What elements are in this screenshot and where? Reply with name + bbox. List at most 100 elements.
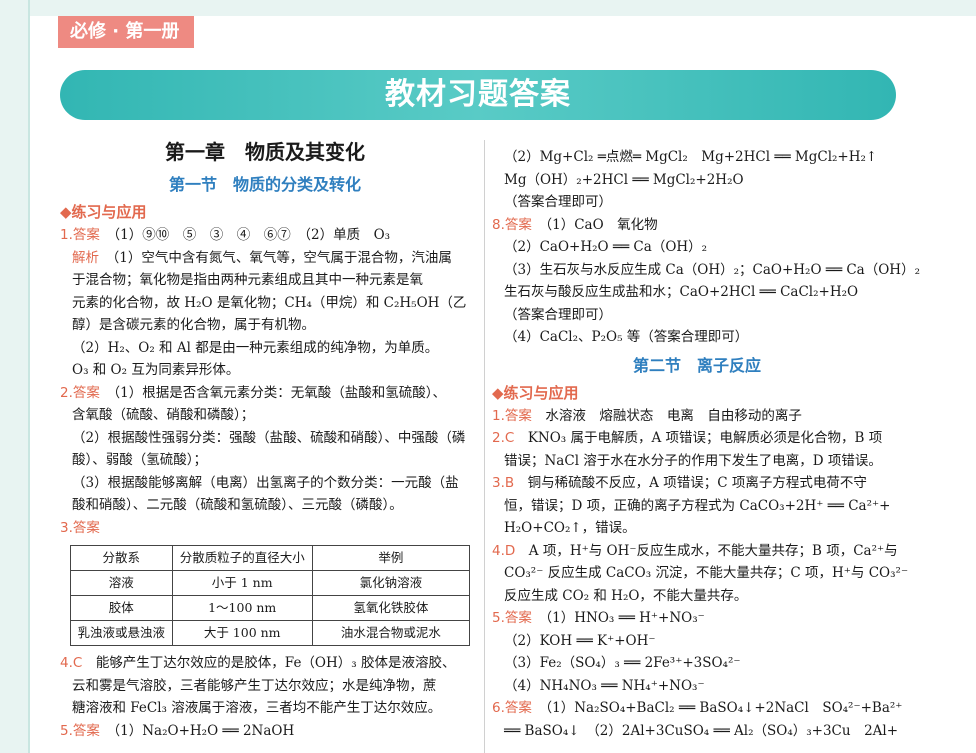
answer-line: 云和雾是气溶胶，三者能够产生丁达尔效应；水是纯净物，蔗: [60, 675, 470, 698]
left-answer-lines: 1.答案 （1）⑨⑩ ⑤ ③ ④ ⑥⑦ （2）单质 O₃ 解析 （1）空气中含有氮…: [60, 224, 470, 539]
answer-line: 4.D A 项，H⁺与 OH⁻反应生成水，不能大量共存；B 项，Ca²⁺与: [492, 540, 902, 563]
answer-text: 糖溶液和 FeCl₃ 溶液属于溶液，三者均不能产生丁达尔效应。: [72, 700, 442, 716]
answer-text: 于混合物；氧化物是指由两种元素组成且其中一种元素是氧: [72, 272, 423, 288]
answer-text: （1）Na₂O+H₂O ══ 2NaOH: [113, 722, 295, 739]
answer-line: 糖溶液和 FeCl₃ 溶液属于溶液，三者均不能产生丁达尔效应。: [60, 697, 470, 720]
answer-text: 云和雾是气溶胶，三者能够产生丁达尔效应；水是纯净物，蔗: [72, 677, 437, 694]
answer-line: （3）根据酸能够离解（电离）出氢离子的个数分类：一元酸（盐: [60, 472, 470, 495]
answer-text: A 项，H⁺与 OH⁻反应生成水，不能大量共存；B 项，Ca²⁺与: [528, 542, 898, 559]
answer-text: 水溶液 熔融状态 电离 自由移动的离子: [545, 407, 802, 424]
answer-line: （答案合理即可）: [492, 304, 902, 327]
answer-text: H₂O+CO₂↑，错误。: [504, 520, 636, 536]
left-margin-line: [28, 0, 30, 753]
answer-text: 生石灰与酸反应生成盐和水；CaO+2HCl ══ CaCl₂+H₂O: [504, 284, 859, 300]
answer-label: 1.答案: [60, 227, 100, 243]
right-column: （2）Mg+Cl₂ ═点燃═ MgCl₂ Mg+2HCl ══ MgCl₂+H₂…: [492, 146, 920, 743]
answer-line: H₂O+CO₂↑，错误。: [492, 517, 902, 540]
answer-line: O₃ 和 O₂ 互为同素异形体。: [60, 359, 470, 382]
chapter-title: 第一章 物质及其变化: [165, 140, 365, 164]
answer-line: （2）Mg+Cl₂ ═点燃═ MgCl₂ Mg+2HCl ══ MgCl₂+H₂…: [492, 146, 902, 169]
answer-text: （1）空气中含有氮气、氧气等，空气属于混合物，汽油属: [112, 249, 452, 266]
answer-text: （1）Na₂SO₄+BaCl₂ ══ BaSO₄↓+2NaCl SO₄²⁻+Ba…: [545, 700, 903, 716]
answer-line: 元素的化合物，故 H₂O 是氧化物；CH₄（甲烷）和 C₂H₅OH（乙: [60, 292, 470, 315]
answer-line: 2.C KNO₃ 属于电解质，A 项错误；电解质必须是化合物，B 项: [492, 427, 902, 450]
table-row: 胶体 1～100 nm 氢氧化铁胶体: [70, 595, 471, 621]
answer-line: （2）KOH ══ K⁺+OH⁻: [492, 630, 902, 653]
answer-line: ══ BaSO₄↓ （2）2Al+3CuSO₄ ══ Al₂（SO₄）₃+3Cu…: [492, 720, 902, 743]
answer-text: CO₃²⁻ 反应生成 CaCO₃ 沉淀，不能大量共存；C 项，H⁺与 CO₃²⁻: [504, 565, 909, 581]
answer-label: 8.答案: [492, 216, 532, 233]
book-tag: 必修 · 第一册: [58, 16, 194, 48]
table-row: 溶液 小于 1 nm 氯化钠溶液: [70, 570, 471, 596]
answer-line: 酸和硝酸）、二元酸（硫酸和氢硫酸）、三元酸（磷酸）。: [60, 494, 470, 517]
answer-text: （4）NH₄NO₃ ══ NH₄⁺+NO₃⁻: [504, 677, 705, 694]
answer-text: 能够产生丁达尔效应的是胶体，Fe（OH）₃ 胶体是液溶胶、: [95, 655, 456, 671]
section-title: 第一节 物质的分类及转化: [168, 175, 361, 194]
top-band: [0, 0, 976, 16]
answer-text: （2）Mg+Cl₂ ═点燃═ MgCl₂ Mg+2HCl ══ MgCl₂+H₂…: [504, 149, 878, 165]
practice2-heading: ◆练习与应用: [492, 383, 579, 402]
table-cell: 大于 100 nm: [171, 620, 313, 646]
answer-text: （1）HNO₃ ══ H⁺+NO₃⁻: [545, 610, 705, 626]
answer-label: 6.答案: [492, 700, 532, 716]
answer-text: KNO₃ 属于电解质，A 项错误；电解质必须是化合物，B 项: [527, 430, 883, 446]
answer-line: （4）NH₄NO₃ ══ NH₄⁺+NO₃⁻: [492, 675, 902, 698]
table-row: 乳浊液或悬浊液 大于 100 nm 油水混合物或泥水: [70, 620, 471, 646]
answer-text: 元素的化合物，故 H₂O 是氧化物；CH₄（甲烷）和 C₂H₅OH（乙: [72, 294, 467, 311]
answer-line: （3）生石灰与水反应生成 Ca（OH）₂；CaO+H₂O ══ Ca（OH）₂: [492, 259, 920, 282]
answer-text: 含氧酸（硫酸、硝酸和磷酸）；: [72, 407, 255, 423]
answer-text: （1）CaO 氧化物: [545, 216, 658, 233]
answer-text: （3）根据酸能够离解（电离）出氢离子的个数分类：一元酸（盐: [72, 474, 459, 491]
answer-line: 5.答案 （1）Na₂O+H₂O ══ 2NaOH: [60, 720, 470, 743]
answer-text: 酸）、弱酸（氢硫酸）；: [72, 452, 207, 468]
table-cell: 乳浊液或悬浊液: [70, 620, 173, 646]
answer-line: 1.答案 （1）⑨⑩ ⑤ ③ ④ ⑥⑦ （2）单质 O₃: [60, 224, 470, 247]
answer-line: 5.答案 （1）HNO₃ ══ H⁺+NO₃⁻: [492, 607, 902, 630]
answer-label: 2.答案: [60, 384, 100, 401]
practice-heading: ◆练习与应用: [60, 203, 147, 221]
answer-line: 解析 （1）空气中含有氮气、氧气等，空气属于混合物，汽油属: [60, 247, 470, 270]
answer-text: （3）Fe₂（SO₄）₃ ══ 2Fe³⁺+3SO₄²⁻: [504, 655, 741, 671]
answer-line: 3.B 铜与稀硫酸不反应，A 项错误；C 项离子方程式电荷不守: [492, 472, 902, 495]
answer-text: （1）根据是否含氧元素分类：无氧酸（盐酸和氢硫酸）、: [113, 384, 446, 401]
left-margin-strip: [0, 0, 28, 753]
answer-line: 生石灰与酸反应生成盐和水；CaO+2HCl ══ CaCl₂+H₂O: [492, 281, 902, 304]
answer-text: （3）生石灰与水反应生成 Ca（OH）₂；CaO+H₂O ══ Ca（OH）₂: [504, 261, 920, 278]
table-cell: 氯化钠溶液: [311, 570, 471, 596]
answer-line: （2）CaO+H₂O ══ Ca（OH）₂: [492, 236, 902, 259]
answer-line: （4）CaCl₂、P₂O₅ 等（答案合理即可）: [492, 326, 902, 349]
answer-line: （答案合理即可）: [492, 191, 902, 214]
answer-label: 4.C: [60, 655, 83, 671]
answer-line: （3）Fe₂（SO₄）₃ ══ 2Fe³⁺+3SO₄²⁻: [492, 652, 902, 675]
answer-line: （2）H₂、O₂ 和 Al 都是由一种元素组成的纯净物，为单质。: [60, 337, 470, 360]
answer-label: 1.答案: [492, 407, 532, 424]
answer-line: CO₃²⁻ 反应生成 CaCO₃ 沉淀，不能大量共存；C 项，H⁺与 CO₃²⁻: [492, 562, 908, 585]
table-cell: 胶体: [70, 595, 173, 621]
answer-text: （答案合理即可）: [504, 306, 612, 323]
answer-label: 5.答案: [60, 722, 100, 739]
answer-line: Mg（OH）₂+2HCl ══ MgCl₂+2H₂O: [492, 169, 902, 192]
answer-text: （4）CaCl₂、P₂O₅ 等（答案合理即可）: [504, 329, 749, 345]
answer-text: （2）CaO+H₂O ══ Ca（OH）₂: [504, 239, 708, 255]
answer-label: 3.答案: [60, 519, 100, 536]
answer-text: （2）H₂、O₂ 和 Al 都是由一种元素组成的纯净物，为单质。: [72, 339, 439, 356]
answer-label: 5.答案: [492, 610, 532, 626]
answer-line: 4.C 能够产生丁达尔效应的是胶体，Fe（OH）₃ 胶体是液溶胶、: [60, 652, 470, 675]
section2-title: 第二节 离子反应: [632, 355, 761, 375]
answer-line: 醇）是含碳元素的化合物，属于有机物。: [60, 314, 470, 337]
left-column: 第一章 物质及其变化 第一节 物质的分类及转化 ◆练习与应用 1.答案 （1）⑨…: [60, 132, 471, 743]
answer-line: 酸）、弱酸（氢硫酸）；: [60, 449, 470, 472]
answer-text: （1）⑨⑩ ⑤ ③ ④ ⑥⑦ （2）单质 O₃: [113, 227, 391, 243]
answer-text: ══ BaSO₄↓ （2）2Al+3CuSO₄ ══ Al₂（SO₄）₃+3Cu…: [504, 722, 899, 739]
column-divider: [484, 140, 485, 753]
answer-line: 3.答案: [60, 517, 470, 540]
right-answer-lines2: 1.答案 水溶液 熔融状态 电离 自由移动的离子 2.C KNO₃ 属于电解质，A…: [492, 405, 908, 743]
table-cell: 油水混合物或泥水: [311, 620, 471, 646]
table-row: 分散系 分散质粒子的直径大小 举例: [70, 545, 471, 571]
answer-text: O₃ 和 O₂ 互为同素异形体。: [72, 362, 240, 378]
table-cell: 分散系: [70, 545, 173, 571]
answer-text: 反应生成 CO₂ 和 H₂O，不能大量共存。: [504, 587, 748, 604]
answer-text: 酸和硝酸）、二元酸（硫酸和氢硫酸）、三元酸（磷酸）。: [72, 497, 403, 513]
answer-line: 恒，错误；D 项，正确的离子方程式为 CaCO₃+2H⁺ ══ Ca²⁺+: [492, 495, 902, 518]
answer-line: 6.答案 （1）Na₂SO₄+BaCl₂ ══ BaSO₄↓+2NaCl SO₄…: [492, 697, 902, 720]
